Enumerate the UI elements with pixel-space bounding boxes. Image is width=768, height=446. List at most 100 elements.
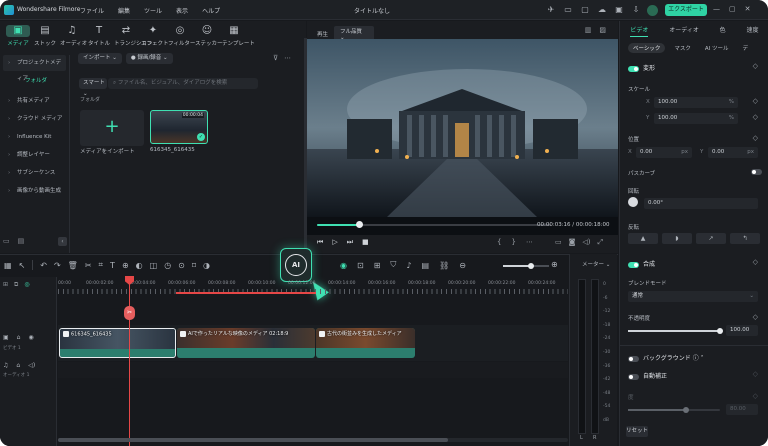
flip-horizontal-button[interactable]: ▲ [628, 233, 658, 244]
blend-mode-select[interactable]: 通常 ⌄ [628, 291, 758, 302]
sidebar-item-influence-kit[interactable]: Influence Kit [3, 129, 66, 145]
subtab-more[interactable]: デ [738, 43, 754, 53]
sidebar-item-adjustment-layer[interactable]: 調整レイヤー [3, 147, 66, 163]
tab-transition[interactable]: ⇄ トランジション [114, 25, 153, 47]
menu-edit[interactable]: 編集 [118, 6, 130, 15]
magnet-icon[interactable]: ◎ [24, 281, 29, 289]
scale-x-field[interactable]: 100.00% [654, 97, 738, 108]
rotation-dial[interactable] [628, 197, 638, 207]
tab-audio-props[interactable]: オーディオ [669, 25, 699, 37]
send-icon[interactable]: ✈ [545, 4, 557, 16]
menu-view[interactable]: 表示 [176, 6, 188, 15]
display-icon[interactable]: ▭ [555, 238, 562, 247]
download-icon[interactable]: ⇩ [630, 4, 642, 16]
chevron-up-icon[interactable]: ˄ [701, 355, 704, 362]
play-icon[interactable]: ▷ [332, 238, 337, 247]
link-icon[interactable]: ⛓ [439, 261, 449, 270]
auto-correct-toggle[interactable] [628, 373, 639, 380]
lock-icon[interactable]: ⌂ [16, 362, 20, 369]
tab-effect[interactable]: ✦ エフェクト [141, 25, 169, 47]
avatar[interactable] [647, 5, 658, 16]
opacity-slider[interactable] [628, 328, 723, 334]
tab-sticker[interactable]: ☺ ステッカー [195, 25, 223, 47]
cloud-icon[interactable]: ☁ [596, 4, 608, 16]
speaker-icon[interactable]: ◁) [28, 362, 35, 369]
next-frame-icon[interactable]: ⏭ [347, 238, 353, 247]
lock-icon[interactable]: ⌂ [17, 334, 21, 341]
export-button[interactable]: エクスポート ⌄ [665, 4, 707, 25]
render-icon[interactable]: ⊞ [374, 261, 381, 270]
speed-icon[interactable]: ◑ [203, 261, 210, 270]
crop-icon[interactable]: ⌗ [99, 260, 104, 270]
sidebar-item-image-to-video[interactable]: 画像から動画生成 [3, 183, 66, 199]
voiceover-icon[interactable]: ▤ [422, 261, 430, 270]
scissors-icon[interactable]: ✂ [124, 306, 135, 320]
stop-icon[interactable]: ■ [362, 238, 369, 247]
text-icon[interactable]: T [110, 261, 115, 270]
tab-title[interactable]: T タイトル [87, 25, 111, 47]
gift-icon[interactable]: ▣ [613, 4, 625, 16]
keyframe-icon[interactable]: ◇ [753, 134, 758, 142]
snapshot-image-icon[interactable]: ▨ [599, 26, 606, 34]
timeline-clip[interactable]: AIで作ったリアルな映像のメディア 02:18:9 [177, 328, 315, 358]
timeline-zoom-slider[interactable] [503, 263, 549, 269]
keyframe-icon[interactable]: ◇ [753, 97, 758, 105]
eye-icon[interactable]: ◉ [28, 334, 33, 341]
media-clip-thumbnail[interactable]: 00:00:04 ✓ [150, 110, 208, 144]
tab-audio[interactable]: ♫ オーディオ [60, 25, 87, 47]
background-toggle[interactable] [628, 355, 639, 362]
info-icon[interactable]: ⓘ [693, 355, 699, 362]
collapse-sidebar-icon[interactable]: ‹ [58, 237, 67, 246]
search-input[interactable]: ⌕ ファイル名、ビジュアル、ダイアログを検索 [108, 78, 258, 89]
import-media-tile[interactable]: + [80, 110, 144, 146]
filter-funnel-icon[interactable]: ⊽ [273, 54, 278, 62]
opacity-handle[interactable] [717, 328, 723, 334]
auto-ripple-icon[interactable]: ◉ [340, 261, 347, 270]
work-area-range[interactable] [176, 292, 316, 294]
link-track-icon[interactable]: ⧉ [14, 281, 18, 289]
split-view-icon[interactable]: ▥ [585, 26, 592, 34]
timeline-clip[interactable]: 古代の街並みを生成したメディア [316, 328, 415, 358]
delete-icon[interactable]: 🗑 [68, 261, 78, 270]
new-folder-icon[interactable]: ▭ [3, 237, 10, 245]
transform-toggle[interactable] [628, 65, 639, 72]
subtab-ai-tools[interactable]: AI ツール [700, 43, 734, 53]
prev-frame-icon[interactable]: ⏮ [317, 238, 323, 247]
tab-template[interactable]: ▦ テンプレート [222, 25, 255, 47]
menu-help[interactable]: ヘルプ [202, 6, 220, 15]
playback-progress[interactable] [317, 221, 551, 228]
monitor-icon[interactable]: ▢ [579, 4, 591, 16]
subtab-basic[interactable]: ベーシック [628, 43, 666, 53]
sidebar-item-shared[interactable]: 共有メディア [3, 93, 66, 109]
tab-media[interactable]: ▣ メディア [6, 25, 30, 47]
keyframe-icon[interactable]: ◇ [753, 313, 758, 321]
zoom-search-icon[interactable]: ⊕ [122, 261, 129, 270]
layout-icon[interactable]: ▭ [562, 4, 574, 16]
smart-dropdown[interactable]: スマート ⌄ [79, 78, 107, 97]
timer-icon[interactable]: ◷ [164, 261, 171, 270]
tab-color[interactable]: 色 [720, 25, 726, 37]
more-icon[interactable]: ⋯ [284, 54, 291, 62]
maximize-icon[interactable]: ▢ [729, 5, 736, 13]
reset-button[interactable]: リセット [626, 426, 648, 437]
preview-canvas[interactable] [307, 39, 618, 235]
mic-icon[interactable]: ♪ [406, 261, 411, 270]
zoom-out-icon[interactable]: ⊖ [459, 261, 466, 270]
opacity-field[interactable]: 100.00 [726, 325, 758, 336]
path-curve-toggle[interactable] [751, 168, 766, 175]
split-icon[interactable]: ✂ [85, 261, 92, 270]
menu-file[interactable]: ファイル [80, 6, 104, 15]
composite-toggle[interactable] [628, 261, 639, 268]
zoom-handle[interactable] [528, 263, 534, 269]
rotate-right-button[interactable]: ↗ [696, 233, 726, 244]
snapshot-icon[interactable]: ⊡ [357, 261, 364, 270]
select-icon[interactable]: ↖ [19, 261, 26, 270]
minimize-icon[interactable]: — [713, 5, 720, 13]
shield-icon[interactable]: ⛉ [390, 260, 396, 270]
mark-out-icon[interactable]: } [511, 238, 515, 246]
add-track-icon[interactable]: ⊞ [3, 281, 8, 289]
tab-video[interactable]: ビデオ [630, 25, 649, 37]
timeline-clip[interactable]: 616345_616435 [59, 328, 176, 358]
scrollbar-thumb[interactable] [58, 438, 448, 442]
zoom-in-icon[interactable]: ⊕ [551, 260, 558, 269]
